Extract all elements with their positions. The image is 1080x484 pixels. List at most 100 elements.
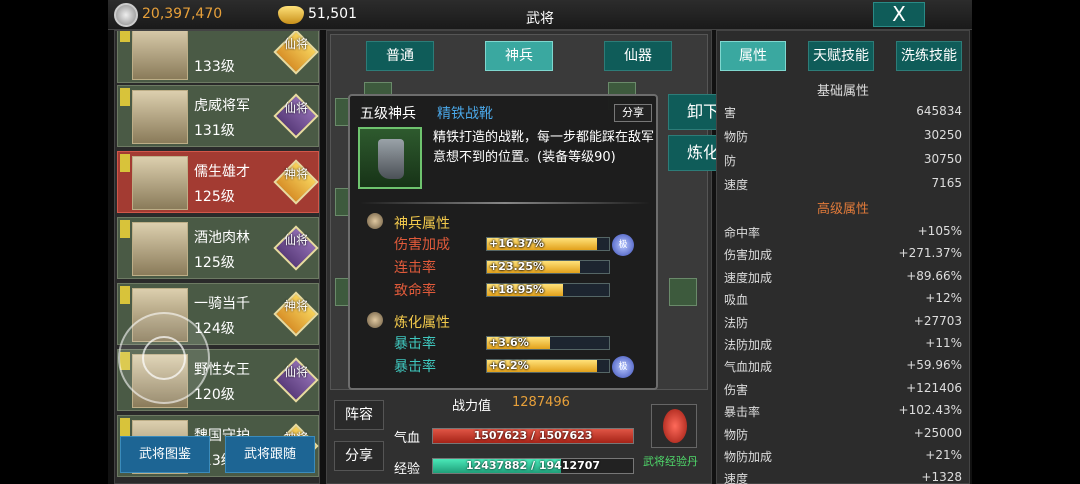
attribute-row: 速度 7165 [724, 176, 962, 196]
general-level: 125级 [194, 255, 235, 271]
item-name: 精铁战靴 [437, 106, 493, 122]
attribute-value: 7165 [931, 176, 962, 190]
attribute-row: 速度 +1328 [724, 470, 962, 484]
general-tier-label: 仙将 [283, 233, 308, 247]
attribute-value: +121406 [906, 380, 962, 395]
attribute-row: 法防加成 +11% [724, 336, 962, 356]
ingot-amount: 51,501 [308, 6, 357, 22]
power-value: 1287496 [512, 395, 570, 410]
max-badge-icon: 极 [612, 234, 634, 256]
stat-bar: +16.37% [486, 237, 610, 251]
equip-slot[interactable] [335, 98, 349, 126]
share-button[interactable]: 分享 [334, 441, 384, 471]
attribute-row: 气血加成 +59.96% [724, 358, 962, 378]
equip-slot[interactable] [335, 188, 349, 216]
stat-name: 暴击率 [394, 336, 436, 352]
attribute-value: 30250 [923, 128, 962, 142]
silver-coin-icon [114, 3, 138, 27]
attribute-row: 害 645834 [724, 104, 962, 124]
general-tier-label: 仙将 [283, 37, 308, 51]
exp-bar: 12437882 / 19412707 [432, 458, 634, 474]
power-label: 战力值 [452, 399, 492, 414]
stat-name: 连击率 [394, 260, 436, 276]
exp-value: 12437882 / 19412707 [465, 459, 601, 472]
attribute-value: +1328 [921, 470, 962, 484]
stat-bar: +6.2% [486, 359, 610, 373]
max-badge-icon: 极 [612, 356, 634, 378]
stat-value: +3.6% [489, 336, 529, 349]
attribute-name: 速度加成 [724, 270, 773, 285]
stat-name: 致命率 [394, 283, 436, 299]
attribute-name: 伤害加成 [724, 248, 773, 263]
attribute-value: 30750 [923, 152, 962, 166]
attribute-name: 防 [724, 154, 737, 168]
general-portrait [132, 156, 188, 210]
general-list[interactable]: 133级 仙将 虎威将军 131级 仙将 儒生雄才 125级 神将 酒池肉林 125级 仙将 一骑当千… [114, 30, 320, 484]
stat-bar: +3.6% [486, 336, 610, 350]
stat-name: 伤害加成 [394, 237, 450, 253]
attribute-value: +21% [925, 448, 962, 462]
attribute-name: 速度 [724, 472, 749, 484]
general-portrait [132, 222, 188, 276]
item-rank: 五级神兵 [360, 106, 416, 122]
item-share-button[interactable]: 分享 [614, 104, 652, 122]
general-portrait [132, 31, 188, 80]
general-list-item[interactable]: 酒池肉林 125级 仙将 [117, 217, 319, 279]
stat-bar: +23.25% [486, 260, 610, 274]
general-tier-badge: 仙将 [273, 357, 319, 403]
exp-pill-item[interactable] [651, 404, 697, 448]
attribute-value: +12% [925, 291, 962, 306]
divine-attr-title: 神兵属性 [394, 216, 450, 232]
tab-divine-weapon[interactable]: 神兵 [485, 41, 553, 71]
general-rank-flag-icon [120, 418, 130, 436]
hp-bar: 1507623 / 1507623 [432, 428, 634, 444]
attribute-name: 物防加成 [724, 450, 773, 464]
general-name: 一骑当千 [194, 296, 250, 312]
general-tier-label: 神将 [283, 167, 308, 181]
hp-label: 气血 [394, 431, 421, 446]
page-title: 武将 [526, 11, 554, 27]
attribute-row: 伤害 +121406 [724, 381, 962, 401]
general-tier-label: 神将 [283, 299, 308, 313]
general-list-item[interactable]: 133级 仙将 [117, 31, 319, 83]
equip-slot[interactable] [335, 278, 349, 306]
left-letterbox [0, 0, 108, 484]
general-gallery-button[interactable]: 武将图鉴 [120, 436, 210, 473]
general-tier-badge: 神将 [273, 159, 319, 205]
attribute-name: 伤害 [724, 382, 749, 397]
lineup-button[interactable]: 阵容 [334, 400, 384, 430]
attribute-value: 645834 [916, 104, 962, 118]
tab-normal[interactable]: 普通 [366, 41, 434, 71]
tab-attributes[interactable]: 属性 [720, 41, 786, 71]
attribute-row: 吸血 +12% [724, 291, 962, 311]
general-tier-label: 仙将 [283, 101, 308, 115]
general-rank-flag-icon [120, 220, 130, 238]
general-level: 120级 [194, 387, 235, 403]
exp-pill-label: 武将经验丹 [643, 455, 698, 468]
attribute-row: 物防 30250 [724, 128, 962, 148]
equip-slot[interactable] [669, 278, 697, 306]
attribute-name: 法防 [724, 315, 749, 330]
general-tier-badge: 仙将 [273, 93, 319, 139]
divider [360, 202, 650, 204]
general-rank-flag-icon [120, 154, 130, 172]
general-list-item[interactable]: 虎威将军 131级 仙将 [117, 85, 319, 147]
tab-immortal-artifact[interactable]: 仙器 [604, 41, 672, 71]
close-button[interactable]: X [873, 2, 925, 27]
general-rank-flag-icon [120, 286, 130, 304]
general-portrait [132, 90, 188, 144]
attribute-row: 伤害加成 +271.37% [724, 246, 962, 266]
attribute-row: 物防 +25000 [724, 426, 962, 446]
general-follow-button[interactable]: 武将跟随 [225, 436, 315, 473]
attribute-name: 物防 [724, 427, 749, 442]
tab-talent-skills[interactable]: 天赋技能 [808, 41, 874, 71]
attribute-row: 物防加成 +21% [724, 448, 962, 468]
coin-amount: 20,397,470 [142, 6, 223, 22]
general-tier-badge: 仙将 [273, 225, 319, 271]
refine-attr-title: 炼化属性 [394, 315, 450, 331]
general-level: 133级 [194, 59, 235, 75]
attribute-value: +25000 [913, 425, 962, 440]
general-list-item[interactable]: 儒生雄才 125级 神将 [117, 151, 319, 213]
attribute-row: 速度加成 +89.66% [724, 269, 962, 289]
tab-reroll-skills[interactable]: 洗练技能 [896, 41, 962, 71]
